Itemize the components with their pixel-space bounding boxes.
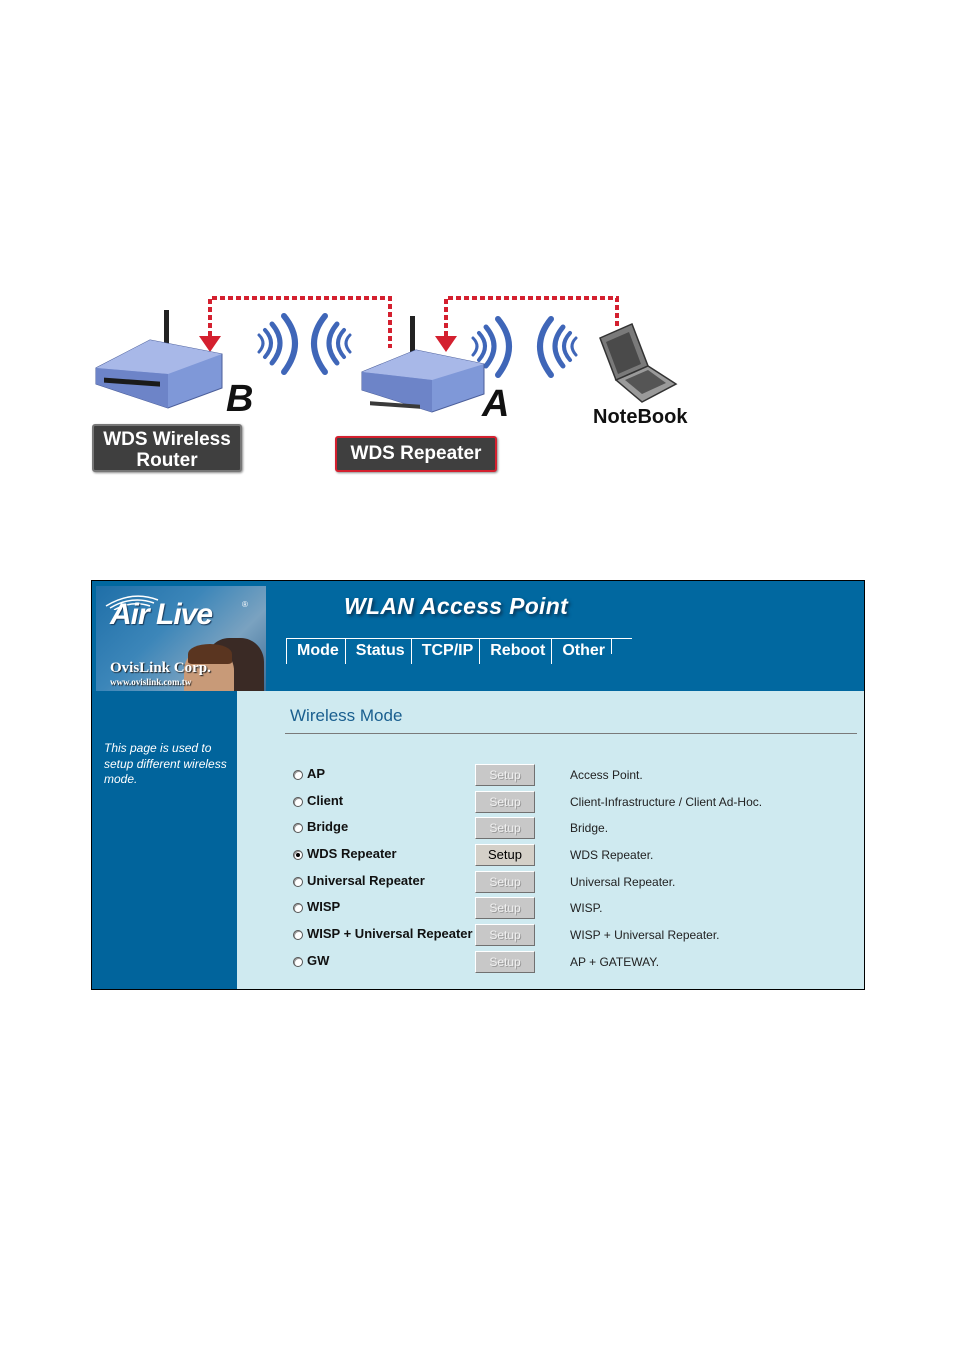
notebook-label: NoteBook [593, 406, 688, 428]
header: Air Live ® OvisLink Corp. www.ovislink.c… [92, 581, 864, 691]
wlan-ap-window: Air Live ® OvisLink Corp. www.ovislink.c… [91, 580, 865, 990]
setup-button-gw[interactable]: Setup [475, 951, 535, 973]
mode-description: Access Point. [570, 768, 643, 782]
mode-row-bridge: Bridge Setup Bridge. [237, 817, 864, 841]
mode-row-wisp: WISP Setup WISP. [237, 897, 864, 921]
mode-radio-wisp[interactable] [293, 903, 303, 913]
logo-company: OvisLink Corp. [110, 660, 211, 676]
mode-row-wisp-universal-repeater: WISP + Universal Repeater Setup WISP + U… [237, 924, 864, 948]
mode-radio-gw[interactable] [293, 957, 303, 967]
mode-name: GW [307, 953, 330, 968]
setup-button-universal-repeater[interactable]: Setup [475, 871, 535, 893]
mode-description: Bridge. [570, 821, 609, 835]
mode-description: WISP. [570, 901, 603, 915]
wireless-waves-icon [471, 316, 578, 378]
sidebar: This page is used to setup different wir… [92, 691, 237, 989]
setup-button-wds-repeater[interactable]: Setup [475, 844, 535, 866]
router-letter: B [226, 378, 254, 420]
mode-name: AP [307, 766, 326, 781]
nav-tab-mode[interactable]: Mode [286, 638, 345, 664]
content-panel: Wireless Mode AP Setup Access Point. Cli… [237, 691, 864, 989]
mode-radio-client[interactable] [293, 797, 303, 807]
setup-button-wisp[interactable]: Setup [475, 897, 535, 919]
nav-tab-other[interactable]: Other [551, 638, 611, 664]
router-label-line1: WDS Wireless [103, 429, 231, 450]
wds-repeater-icon [361, 316, 485, 413]
repeater-label: WDS Repeater [335, 436, 497, 472]
section-title: Wireless Mode [290, 706, 403, 725]
mode-description: WDS Repeater. [570, 848, 654, 862]
airlive-logo: Air Live ® OvisLink Corp. www.ovislink.c… [96, 586, 266, 691]
setup-button-bridge[interactable]: Setup [475, 817, 535, 839]
setup-button-client[interactable]: Setup [475, 791, 535, 813]
mode-name: Client [307, 793, 344, 808]
mode-description: WISP + Universal Repeater. [570, 928, 720, 942]
repeater-letter: A [482, 383, 510, 425]
page-title: WLAN Access Point [344, 593, 569, 619]
nav-end-divider [611, 638, 613, 654]
router-label-line2: Router [136, 450, 198, 471]
setup-button-wisp-universal-repeater[interactable]: Setup [475, 924, 535, 946]
mode-description: Client-Infrastructure / Client Ad-Hoc. [570, 795, 763, 809]
arrow-down-icon [199, 336, 221, 352]
mode-name: WISP + Universal Repeater [307, 926, 473, 941]
logo-registered: ® [242, 600, 248, 609]
nav-tab-status[interactable]: Status [344, 638, 411, 664]
mode-radio-universal-repeater[interactable] [293, 877, 303, 887]
mode-description: AP + GATEWAY. [570, 955, 660, 969]
dashed-link-a [435, 296, 619, 352]
mode-row-universal-repeater: Universal Repeater Setup Universal Repea… [237, 871, 864, 895]
mode-name: Universal Repeater [307, 873, 425, 888]
logo-url: www.ovislink.com.tw [110, 677, 192, 687]
wds-topology-diagram: WDS Wireless Router B WDS Repeater A Not… [80, 280, 720, 490]
main-nav: Mode Status TCP/IP Reboot Other [286, 638, 613, 664]
mode-radio-bridge[interactable] [293, 823, 303, 833]
mode-name: WISP [307, 899, 341, 914]
title-divider [285, 733, 857, 734]
nav-tab-reboot[interactable]: Reboot [479, 638, 551, 664]
mode-radio-ap[interactable] [293, 770, 303, 780]
mode-name: Bridge [307, 819, 349, 834]
mode-row-gw: GW Setup AP + GATEWAY. [237, 951, 864, 975]
wireless-waves-icon [257, 313, 352, 375]
wireless-router-icon [95, 310, 223, 409]
setup-button-ap[interactable]: Setup [475, 764, 535, 786]
mode-name: WDS Repeater [307, 846, 397, 861]
sidebar-help-text: This page is used to setup different wir… [104, 741, 227, 786]
mode-description: Universal Repeater. [570, 875, 676, 889]
notebook-icon [599, 322, 678, 403]
mode-row-ap: AP Setup Access Point. [237, 764, 864, 788]
nav-tab-tcpip[interactable]: TCP/IP [410, 638, 480, 664]
arrow-down-icon [435, 336, 457, 352]
router-label: WDS Wireless Router [92, 424, 242, 472]
mode-row-client: Client Setup Client-Infrastructure / Cli… [237, 791, 864, 815]
mode-radio-wds-repeater[interactable] [293, 850, 303, 860]
mode-radio-wisp-universal-repeater[interactable] [293, 930, 303, 940]
logo-brand: Air Live [110, 598, 213, 631]
mode-row-wds-repeater: WDS Repeater Setup WDS Repeater. [237, 844, 864, 868]
